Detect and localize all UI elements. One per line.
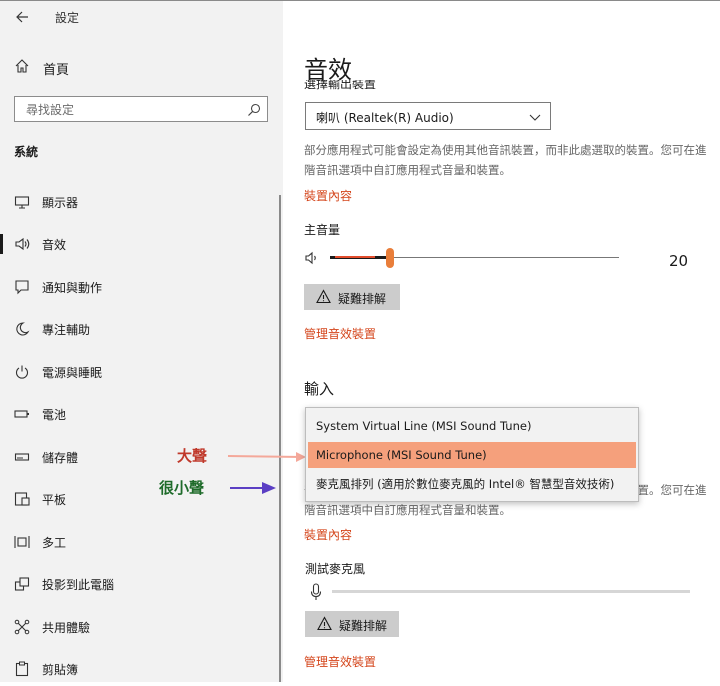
output-device-properties-link[interactable]: 裝置內容 [304, 187, 352, 204]
quiet-arrow [230, 482, 276, 494]
input-option-mic-array[interactable]: 麥克風排列 (適用於數位麥克風的 Intel® 智慧型音效技術) [306, 470, 638, 496]
input-option-label: 麥克風排列 (適用於數位麥克風的 Intel® 智慧型音效技術) [316, 477, 615, 491]
output-device-label-clip: 選擇輸出裝置 [304, 80, 424, 91]
volume-annotation-underline [335, 256, 375, 258]
input-device-properties-link[interactable]: 裝置內容 [304, 526, 352, 543]
input-device-dropdown[interactable]: System Virtual Line (MSI Sound Tune) Mic… [305, 407, 639, 502]
test-microphone-label: 測試麥克風 [305, 562, 366, 576]
microphone-icon [310, 583, 322, 601]
loud-arrow [227, 452, 306, 462]
microphone-level-bar [332, 590, 690, 593]
output-device-select[interactable]: 喇叭 (Realtek(R) Audio) [305, 102, 551, 130]
input-option-label: System Virtual Line (MSI Sound Tune) [316, 419, 532, 433]
input-option-system-virtual-line[interactable]: System Virtual Line (MSI Sound Tune) [306, 413, 638, 439]
chevron-down-icon [528, 109, 542, 123]
input-option-label: Microphone (MSI Sound Tune) [316, 448, 487, 462]
output-device-label: 選擇輸出裝置 [304, 80, 377, 91]
volume-slider-thumb[interactable] [386, 248, 394, 268]
troubleshoot-label: 疑難排解 [338, 292, 387, 306]
master-volume-label: 主音量 [304, 223, 341, 237]
input-troubleshoot-button[interactable]: 疑難排解 [305, 611, 399, 637]
volume-speaker-icon[interactable] [305, 250, 319, 265]
troubleshoot-label: 疑難排解 [339, 619, 388, 633]
output-description: 部分應用程式可能會設定為使用其他音訊裝置，而非此處選取的裝置。您可在進階音訊選項… [304, 143, 707, 177]
warning-icon [317, 616, 332, 631]
output-troubleshoot-button[interactable]: 疑難排解 [304, 284, 400, 310]
input-manage-sound-devices-link[interactable]: 管理音效裝置 [304, 653, 376, 670]
output-manage-sound-devices-link[interactable]: 管理音效裝置 [304, 325, 376, 342]
warning-icon [316, 289, 331, 304]
volume-value: 20 [669, 252, 689, 270]
input-option-microphone[interactable]: Microphone (MSI Sound Tune) [308, 442, 636, 468]
output-device-value: 喇叭 (Realtek(R) Audio) [316, 111, 454, 125]
input-heading: 輸入 [304, 380, 335, 398]
